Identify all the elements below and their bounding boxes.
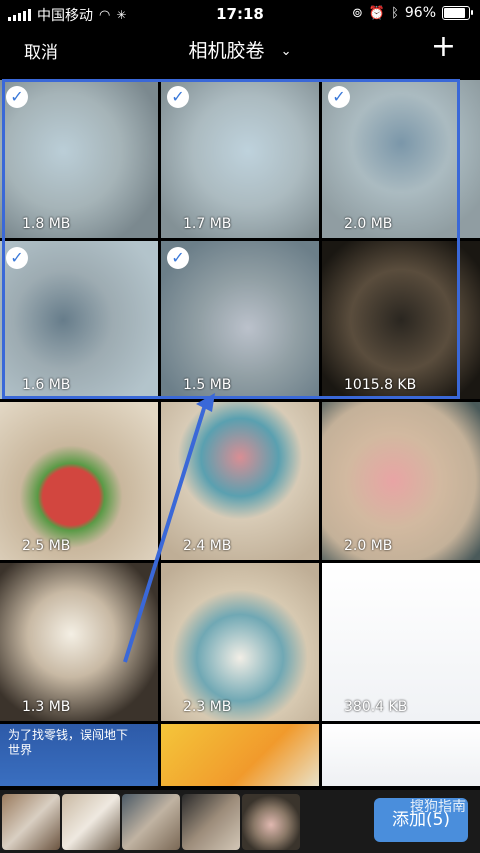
file-size-label: 1015.8 KB xyxy=(344,377,417,393)
file-size-label: 2.3 MB xyxy=(183,699,232,715)
photo-tile[interactable]: 1.3 MB xyxy=(0,563,158,721)
screenshot-text: 为了找零钱，误闯地下世界 xyxy=(8,728,129,757)
photo-tile[interactable]: 2.0 MB xyxy=(322,402,480,560)
photo-tile[interactable]: ✓ 1.7 MB xyxy=(161,80,319,238)
plus-icon[interactable]: + xyxy=(431,32,456,62)
photo-tile[interactable]: 2.5 MB xyxy=(0,402,158,560)
battery-fill xyxy=(444,8,466,18)
file-size-label: 1.8 MB xyxy=(22,216,71,232)
checkmark-icon[interactable]: ✓ xyxy=(167,86,189,108)
photo-tile[interactable]: ✓ 2.0 MB xyxy=(322,80,480,238)
alarm-icon: ⏰ xyxy=(368,5,386,21)
file-size-label: 2.5 MB xyxy=(22,538,71,554)
tray-thumb[interactable] xyxy=(2,794,60,850)
file-size-label: 2.0 MB xyxy=(344,216,393,232)
file-size-label: 2.4 MB xyxy=(183,538,232,554)
tray-thumb[interactable] xyxy=(182,794,240,850)
album-title: 相机胶卷 xyxy=(188,40,265,62)
status-right: ⊚ ⏰ ᛒ 96% xyxy=(351,5,473,21)
checkmark-icon[interactable]: ✓ xyxy=(6,247,28,269)
photo-tile[interactable] xyxy=(161,724,319,786)
file-size-label: 1.6 MB xyxy=(22,377,71,393)
file-size-label: 1.3 MB xyxy=(22,699,71,715)
photo-tile[interactable] xyxy=(322,724,480,786)
file-size-label: 1.5 MB xyxy=(183,377,232,393)
selection-tray: 添加(5) xyxy=(0,790,480,853)
tray-thumb[interactable] xyxy=(242,794,300,850)
photo-tile[interactable]: 1015.8 KB xyxy=(322,241,480,399)
tray-thumb[interactable] xyxy=(122,794,180,850)
watermark: 搜狗指南 xyxy=(410,799,466,815)
photo-tile[interactable]: 2.3 MB xyxy=(161,563,319,721)
checkmark-icon[interactable]: ✓ xyxy=(167,247,189,269)
checkmark-icon[interactable]: ✓ xyxy=(328,86,350,108)
nav-bar: 取消 相机胶卷 ⌄ + xyxy=(0,28,480,74)
photo-tile[interactable]: ✓ 1.5 MB xyxy=(161,241,319,399)
album-title-button[interactable]: 相机胶卷 ⌄ xyxy=(0,36,480,63)
checkmark-icon[interactable]: ✓ xyxy=(6,86,28,108)
photo-tile[interactable]: 380.4 KB xyxy=(322,563,480,721)
file-size-label: 2.0 MB xyxy=(344,538,393,554)
file-size-label: 1.7 MB xyxy=(183,216,232,232)
chevron-down-icon: ⌄ xyxy=(280,44,292,59)
tray-thumb[interactable] xyxy=(62,794,120,850)
orientation-lock-icon: ⊚ xyxy=(351,5,363,21)
file-size-label: 380.4 KB xyxy=(344,699,408,715)
photo-tile[interactable]: ✓ 1.8 MB xyxy=(0,80,158,238)
photo-tile[interactable]: 2.4 MB xyxy=(161,402,319,560)
photo-tile[interactable]: 为了找零钱，误闯地下世界 xyxy=(0,724,158,786)
battery-percent: 96% xyxy=(404,5,436,21)
bluetooth-icon: ᛒ xyxy=(391,5,399,21)
battery-icon xyxy=(442,6,473,20)
photo-tile[interactable]: ✓ 1.6 MB xyxy=(0,241,158,399)
status-bar: 中国移动 ◠ ✳ 17:18 ⊚ ⏰ ᛒ 96% xyxy=(0,0,480,28)
